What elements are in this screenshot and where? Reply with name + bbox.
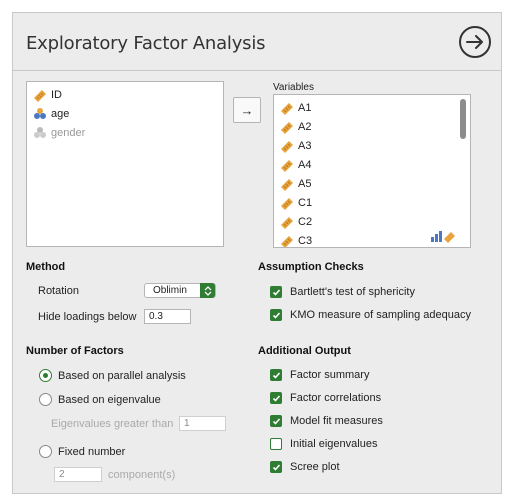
variable-label: ID <box>51 89 62 101</box>
ruler-icon <box>280 196 294 210</box>
kmo-label: KMO measure of sampling adequacy <box>290 309 471 321</box>
number-of-factors-title: Number of Factors <box>26 345 124 357</box>
ruler-icon <box>280 234 294 247</box>
nominal-icon <box>33 107 47 121</box>
variable-label: A1 <box>298 102 312 114</box>
hide-loadings-label: Hide loadings below <box>38 311 137 323</box>
nominal-icon <box>33 126 47 140</box>
variable-label: A5 <box>298 178 312 190</box>
available-variables-list[interactable]: ID age gender <box>26 81 224 247</box>
analysis-panel: Exploratory Factor Analysis ID age gende… <box>12 12 502 494</box>
ruler-icon <box>280 120 294 134</box>
eigen-greater-label: Eigenvalues greater than <box>51 418 174 430</box>
model-fit-label: Model fit measures <box>290 415 383 427</box>
chevron-updown-icon <box>200 283 215 298</box>
rotation-label: Rotation <box>38 285 79 297</box>
panel-header: Exploratory Factor Analysis <box>13 13 501 71</box>
parallel-analysis-radio[interactable] <box>39 369 52 382</box>
ruler-icon <box>280 139 294 153</box>
fixed-number-label: Fixed number <box>58 446 126 458</box>
list-item[interactable]: ID <box>33 86 62 104</box>
variables-list[interactable]: A1 A2 A3 A4 A5 C1 C2 C3 <box>273 94 471 248</box>
arrow-right-icon: → <box>240 102 254 118</box>
fixed-number-input[interactable]: 2 <box>54 467 102 482</box>
check-icon <box>272 288 280 296</box>
factor-summary-checkbox[interactable] <box>270 369 282 381</box>
variable-label: A3 <box>298 140 312 152</box>
page-title: Exploratory Factor Analysis <box>26 33 266 54</box>
factor-correlations-label: Factor correlations <box>290 392 382 404</box>
ruler-icon <box>280 158 294 172</box>
kmo-checkbox[interactable] <box>270 309 282 321</box>
check-icon <box>272 463 280 471</box>
list-item[interactable]: C1 <box>280 194 312 212</box>
fixed-number-radio[interactable] <box>39 445 52 458</box>
list-item[interactable]: A4 <box>280 156 311 174</box>
list-item[interactable]: C3 <box>280 232 313 247</box>
list-item[interactable]: age <box>33 105 69 123</box>
variable-label: age <box>51 108 70 120</box>
check-icon <box>272 417 280 425</box>
component-unit-label: component(s) <box>108 469 176 481</box>
scree-plot-checkbox[interactable] <box>270 461 282 473</box>
list-item[interactable]: A3 <box>280 137 311 155</box>
ruler-icon <box>280 215 294 229</box>
list-item[interactable]: C2 <box>280 213 312 231</box>
additional-output-title: Additional Output <box>258 345 351 357</box>
variable-label: C2 <box>298 216 313 228</box>
eigenvalue-label: Based on eigenvalue <box>58 394 161 406</box>
move-to-variables-button[interactable]: → <box>233 97 261 123</box>
list-item[interactable]: A5 <box>280 175 311 193</box>
factor-summary-label: Factor summary <box>290 369 370 381</box>
variable-label: C1 <box>298 197 313 209</box>
initial-eigenvalues-label: Initial eigenvalues <box>290 438 378 450</box>
ruler-icon <box>33 88 47 102</box>
list-item[interactable]: A1 <box>280 99 311 117</box>
variable-label: A4 <box>298 159 312 171</box>
model-fit-checkbox[interactable] <box>270 415 282 427</box>
initial-eigenvalues-checkbox[interactable] <box>270 438 282 450</box>
bartlett-label: Bartlett's test of sphericity <box>290 286 415 298</box>
ruler-icon <box>280 177 294 191</box>
check-icon <box>272 311 280 319</box>
rotation-value: Oblimin <box>153 285 187 296</box>
list-item[interactable]: gender <box>33 124 85 142</box>
variables-label: Variables <box>273 82 314 93</box>
arrow-right-icon <box>466 35 483 49</box>
next-arrow-button[interactable] <box>459 26 491 58</box>
ruler-icon <box>280 101 294 115</box>
factor-correlations-checkbox[interactable] <box>270 392 282 404</box>
variable-label: A2 <box>298 121 312 133</box>
parallel-analysis-label: Based on parallel analysis <box>58 370 186 382</box>
check-icon <box>272 371 280 379</box>
eigenvalue-radio[interactable] <box>39 393 52 406</box>
list-item[interactable]: A2 <box>280 118 311 136</box>
scree-plot-label: Scree plot <box>290 461 340 473</box>
variable-label: C3 <box>298 235 313 247</box>
eigen-greater-input[interactable]: 1 <box>179 416 226 431</box>
rotation-select[interactable]: Oblimin <box>144 283 216 298</box>
variable-label: gender <box>51 127 86 139</box>
scrollbar[interactable] <box>460 99 466 239</box>
assumption-checks-title: Assumption Checks <box>258 261 364 273</box>
check-icon <box>272 394 280 402</box>
scroll-thumb[interactable] <box>460 99 466 139</box>
bartlett-checkbox[interactable] <box>270 286 282 298</box>
hide-loadings-input[interactable]: 0.3 <box>144 309 191 324</box>
variable-type-icon <box>430 229 458 246</box>
method-title: Method <box>26 261 66 273</box>
